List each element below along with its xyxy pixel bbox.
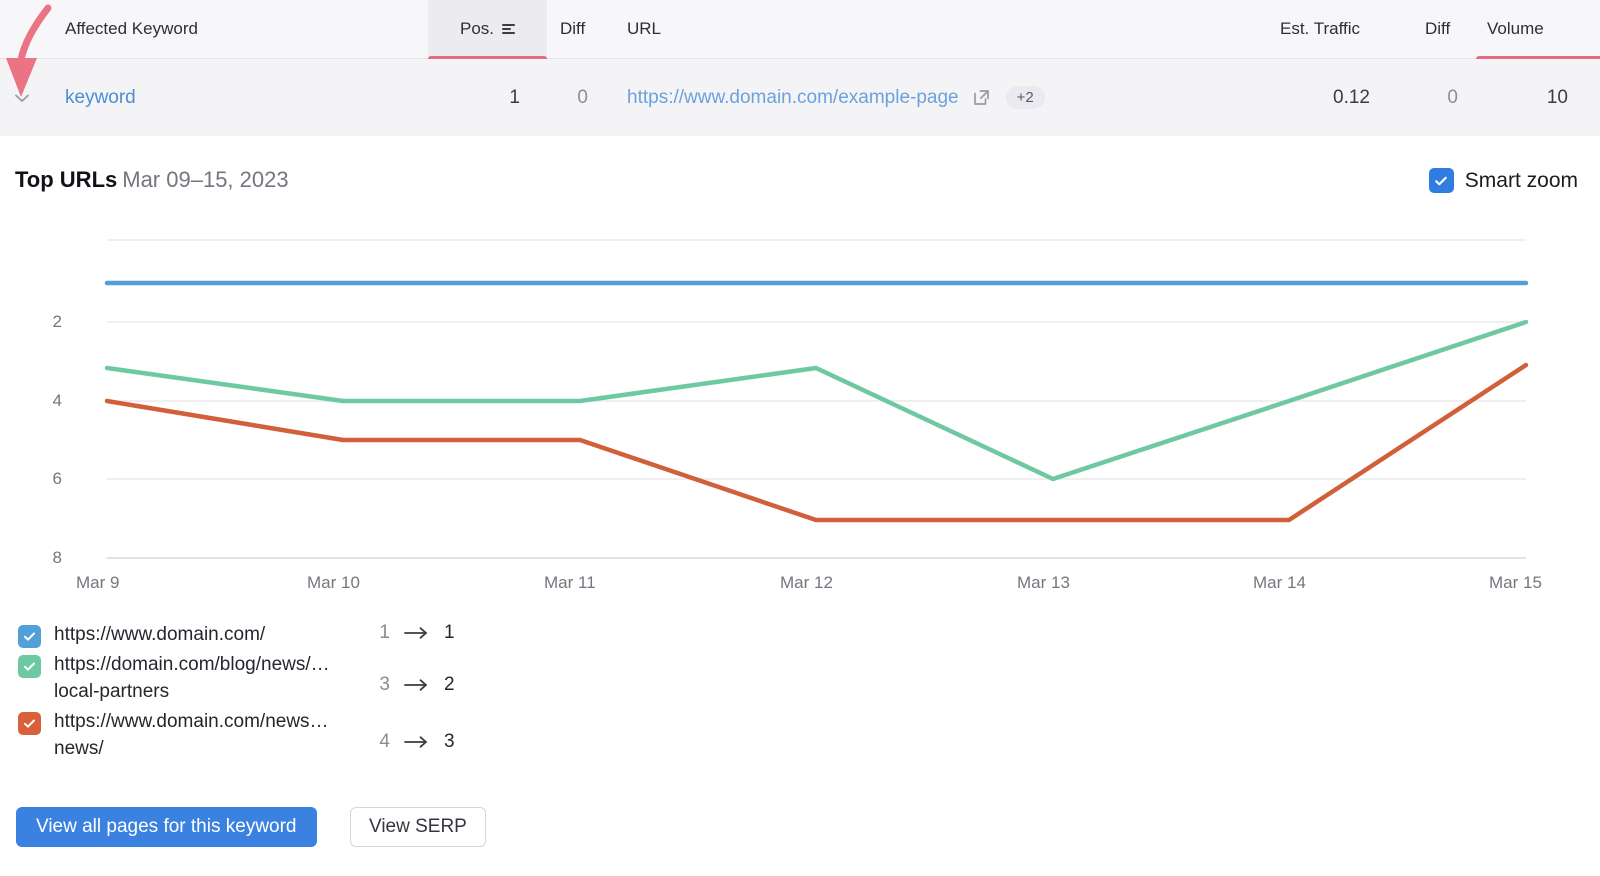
external-link-icon[interactable] <box>971 87 992 108</box>
legend-position-change: 1 1 <box>378 622 456 644</box>
x-axis-tick: Mar 15 <box>1489 573 1542 593</box>
legend-position-from: 3 <box>378 674 390 696</box>
volume-value: 10 <box>1547 87 1568 109</box>
column-header-label: Est. Traffic <box>1280 19 1360 39</box>
arrow-right-icon <box>404 678 430 692</box>
column-header-diff-traffic[interactable]: Diff <box>1425 0 1450 58</box>
panel-title-text: Top URLs <box>15 167 117 192</box>
view-serp-button[interactable]: View SERP <box>350 807 486 847</box>
column-header-label: Diff <box>560 19 585 39</box>
cell-url: https://www.domain.com/example-page +2 <box>627 59 1045 136</box>
legend-url-line1: https://www.domain.com/news… <box>54 711 329 732</box>
cell-est-traffic: 0.12 <box>1260 59 1370 136</box>
column-header-label: Volume <box>1487 19 1544 39</box>
results-table-header: Affected Keyword Pos. Diff URL Est. Traf… <box>0 0 1600 59</box>
legend-url-line1: https://www.domain.com/ <box>54 624 265 645</box>
est-traffic-value: 0.12 <box>1333 87 1370 109</box>
legend-checkbox-checked-icon[interactable] <box>18 655 41 678</box>
x-axis-tick: Mar 11 <box>544 573 596 593</box>
x-axis-tick: Mar 13 <box>1017 573 1070 593</box>
y-axis-tick: 8 <box>22 548 62 568</box>
page-url-link[interactable]: https://www.domain.com/example-page <box>627 87 959 109</box>
chart-legend: https://www.domain.com/ 1 1 https://doma… <box>18 622 538 766</box>
table-row[interactable]: keyword 1 0 https://www.domain.com/examp… <box>0 59 1600 136</box>
legend-url-label: https://www.domain.com/news… news/ <box>54 709 374 763</box>
legend-url-line1: https://domain.com/blog/news/… <box>54 654 330 675</box>
legend-item[interactable]: https://www.domain.com/ 1 1 <box>18 622 538 649</box>
x-axis-tick: Mar 9 <box>76 573 119 593</box>
sort-descending-icon <box>502 24 515 34</box>
column-header-label: Affected Keyword <box>65 19 198 39</box>
legend-position-to: 3 <box>444 731 456 753</box>
column-header-diff-position[interactable]: Diff <box>560 0 585 58</box>
column-header-label: Pos. <box>460 19 494 39</box>
view-all-pages-button[interactable]: View all pages for this keyword <box>16 807 317 847</box>
cell-position: 1 <box>428 59 520 136</box>
legend-item[interactable]: https://domain.com/blog/news/… local-par… <box>18 652 538 706</box>
y-axis-tick: 4 <box>22 391 62 411</box>
traffic-diff-value: 0 <box>1447 87 1458 109</box>
arrow-right-icon <box>404 626 430 640</box>
keyword-link[interactable]: keyword <box>65 87 136 109</box>
position-diff-value: 0 <box>577 87 588 109</box>
expand-row-chevron-down-icon[interactable] <box>10 86 34 110</box>
column-header-pos[interactable]: Pos. <box>428 0 547 58</box>
y-axis-tick: 2 <box>22 312 62 332</box>
legend-position-to: 2 <box>444 674 456 696</box>
chart-canvas <box>0 225 1600 570</box>
cell-volume: 10 <box>1490 59 1568 136</box>
cell-position-diff: 0 <box>540 59 588 136</box>
cell-keyword[interactable]: keyword <box>65 59 136 136</box>
legend-checkbox-checked-icon[interactable] <box>18 625 41 648</box>
panel-title: Top URLsMar 09–15, 2023 <box>15 167 289 193</box>
legend-position-to: 1 <box>444 622 456 644</box>
column-header-label: URL <box>627 19 661 39</box>
legend-url-line2: local-partners <box>54 681 169 702</box>
x-axis-tick: Mar 10 <box>307 573 360 593</box>
panel-date-range: Mar 09–15, 2023 <box>122 167 288 192</box>
cell-traffic-diff: 0 <box>1405 59 1458 136</box>
x-axis-tick: Mar 14 <box>1253 573 1306 593</box>
legend-item[interactable]: https://www.domain.com/news… news/ 4 3 <box>18 709 538 763</box>
legend-position-from: 4 <box>378 731 390 753</box>
column-header-est-traffic[interactable]: Est. Traffic <box>1280 0 1360 58</box>
column-header-volume[interactable]: Volume <box>1487 0 1544 58</box>
legend-url-label: https://www.domain.com/ <box>54 622 374 649</box>
y-axis-tick: 6 <box>22 469 62 489</box>
top-urls-line-chart: 2 4 6 8 Mar 9 Mar 10 Mar 11 Mar 12 Mar 1… <box>0 225 1600 615</box>
legend-url-label: https://domain.com/blog/news/… local-par… <box>54 652 374 706</box>
position-value: 1 <box>509 87 520 109</box>
extra-urls-badge[interactable]: +2 <box>1006 86 1045 109</box>
arrow-right-icon <box>404 735 430 749</box>
series-line-orange <box>107 365 1526 520</box>
legend-position-change: 4 3 <box>378 731 456 753</box>
legend-position-change: 3 2 <box>378 674 456 696</box>
checkbox-checked-icon[interactable] <box>1429 168 1454 193</box>
column-header-url[interactable]: URL <box>627 0 661 58</box>
smart-zoom-label: Smart zoom <box>1465 169 1578 193</box>
legend-position-from: 1 <box>378 622 390 644</box>
x-axis-tick: Mar 12 <box>780 573 833 593</box>
legend-checkbox-checked-icon[interactable] <box>18 712 41 735</box>
smart-zoom-toggle[interactable]: Smart zoom <box>1429 168 1578 193</box>
column-header-affected-keyword[interactable]: Affected Keyword <box>65 0 198 58</box>
legend-url-line2: news/ <box>54 738 104 759</box>
column-header-label: Diff <box>1425 19 1450 39</box>
